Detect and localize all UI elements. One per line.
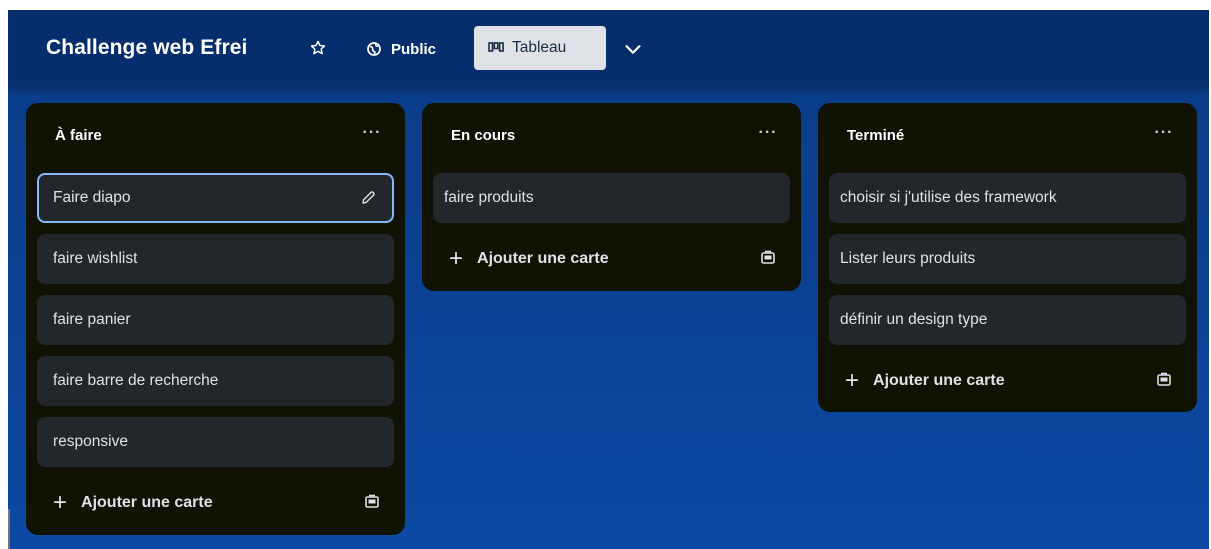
card[interactable]: Faire diapo (37, 173, 394, 223)
card-template-icon[interactable] (760, 250, 776, 266)
card[interactable]: Lister leurs produits (829, 234, 1186, 284)
card[interactable]: faire panier (37, 295, 394, 345)
add-card-button[interactable]: + Ajouter une carte (829, 356, 1186, 406)
card[interactable]: responsive (37, 417, 394, 467)
star-icon (310, 40, 326, 55)
card-title: responsive (53, 433, 128, 450)
card[interactable]: faire wishlist (37, 234, 394, 284)
list-title[interactable]: Terminé (847, 127, 904, 144)
card-title: Lister leurs produits (840, 250, 976, 267)
add-card-label: Ajouter une carte (477, 250, 609, 267)
card[interactable]: définir un design type (829, 295, 1186, 345)
list-title[interactable]: À faire (55, 127, 102, 144)
card[interactable]: choisir si j'utilise des framework (829, 173, 1186, 223)
view-label: Tableau (512, 39, 567, 56)
plus-icon: + (845, 367, 860, 394)
visibility-label: Public (391, 40, 437, 58)
board-title[interactable]: Challenge web Efrei (46, 36, 247, 60)
add-card-label: Ajouter une carte (873, 372, 1005, 389)
card-title: choisir si j'utilise des framework (840, 189, 1057, 206)
card-title: faire barre de recherche (53, 372, 219, 389)
more-icon[interactable]: ··· (358, 123, 386, 147)
card-template-icon[interactable] (364, 494, 380, 510)
list-header: En cours ··· (433, 103, 790, 173)
chevron-down-icon[interactable] (622, 38, 644, 60)
more-icon[interactable]: ··· (1150, 123, 1178, 147)
board-canvas: Challenge web Efrei Public Tableau À fai… (8, 10, 1209, 549)
add-card-button[interactable]: + Ajouter une carte (37, 478, 394, 528)
pencil-icon[interactable] (360, 190, 376, 206)
add-card-label: Ajouter une carte (81, 494, 213, 511)
card-title: définir un design type (840, 311, 988, 328)
visibility-button[interactable]: Public (366, 36, 436, 62)
card-title: faire produits (444, 189, 534, 206)
board-view-icon (488, 42, 504, 52)
list-title[interactable]: En cours (451, 127, 515, 144)
view-switcher-button[interactable]: Tableau (474, 26, 606, 70)
card[interactable]: faire barre de recherche (37, 356, 394, 406)
plus-icon: + (449, 245, 464, 272)
card-title: faire panier (53, 311, 131, 328)
add-card-button[interactable]: + Ajouter une carte (433, 234, 790, 284)
list-en-cours: En cours ··· faire produits + Ajouter un… (422, 103, 801, 291)
list-header: Terminé ··· (829, 103, 1186, 173)
more-icon[interactable]: ··· (754, 123, 782, 147)
globe-icon (367, 42, 381, 56)
card-title: Faire diapo (53, 189, 131, 206)
card-title: faire wishlist (53, 250, 138, 267)
star-button[interactable] (306, 36, 330, 60)
card-template-icon[interactable] (1156, 372, 1172, 388)
plus-icon: + (53, 489, 68, 516)
board-header: Challenge web Efrei Public Tableau (8, 10, 1209, 88)
list-a-faire: À faire ··· Faire diapo faire wishlist f… (26, 103, 405, 535)
list-termine: Terminé ··· choisir si j'utilise des fra… (818, 103, 1197, 412)
list-header: À faire ··· (37, 103, 394, 173)
card[interactable]: faire produits (433, 173, 790, 223)
